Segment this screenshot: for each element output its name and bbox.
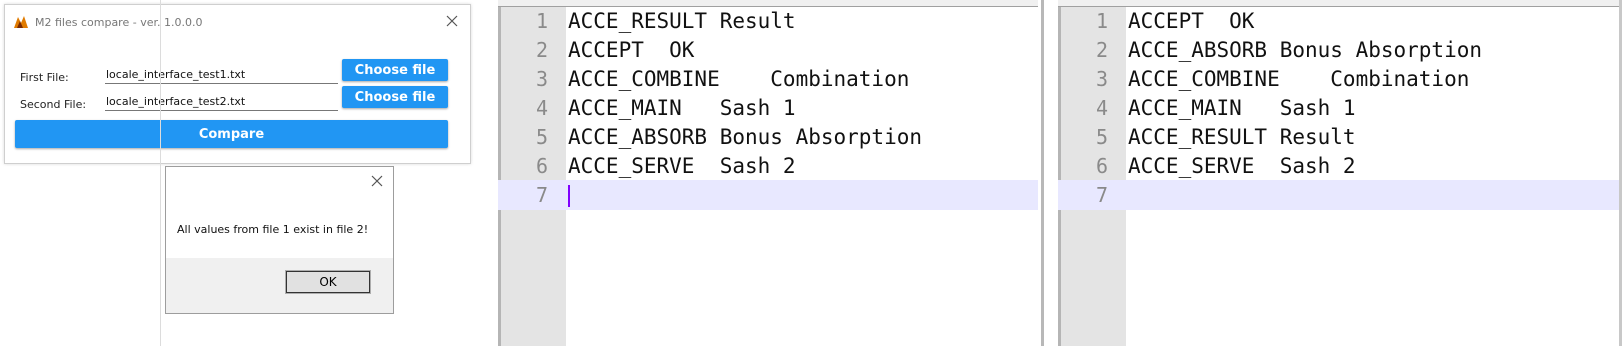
line-text[interactable]: ACCE_COMBINE Combination [1128,64,1469,94]
line-number: 6 [535,154,548,178]
line-text[interactable]: ACCEPT OK [1128,6,1254,36]
left-file-editor[interactable]: 1 ACCE_RESULT Result 2 ACCEPT OK 3 ACCE_COMBI… [498,0,1038,346]
editor-line[interactable]: 5 ACCE_ABSORB Bonus Absorption [498,122,1038,152]
first-file-label: First File: [20,71,69,84]
second-file-label: Second File: [20,98,87,111]
editor-line[interactable]: 1 ACCE_RESULT Result [498,6,1038,36]
editor-line[interactable]: 4 ACCE_MAIN Sash 1 [1058,93,1622,123]
dialog-footer: OK [166,258,393,313]
second-file-input[interactable] [105,93,338,111]
line-number: 1 [535,9,548,33]
close-icon[interactable] [369,173,385,189]
choose-second-file-button[interactable]: Choose file [342,86,448,108]
right-file-editor[interactable]: 1 ACCEPT OK 2 ACCE_ABSORB Bonus Absorption 3… [1058,0,1622,346]
line-number: 1 [1095,9,1108,33]
compare-app-window: M2 files compare - ver. 1.0.0.0 First Fi… [4,4,471,164]
editor-line[interactable]: 3 ACCE_COMBINE Combination [498,64,1038,94]
editor-line[interactable]: 4 ACCE_MAIN Sash 1 [498,93,1038,123]
window-title: M2 files compare - ver. 1.0.0.0 [35,16,203,29]
pane-splitter[interactable] [1041,0,1044,346]
app-icon [14,16,28,28]
editor-line[interactable]: 2 ACCEPT OK [498,35,1038,65]
line-number: 4 [1095,96,1108,120]
line-number: 2 [535,38,548,62]
title-bar[interactable]: M2 files compare - ver. 1.0.0.0 [5,5,470,39]
line-text[interactable]: ACCEPT OK [568,35,694,65]
line-number: 5 [535,125,548,149]
line-number: 3 [535,67,548,91]
line-number: 7 [1095,183,1108,207]
close-icon[interactable] [444,13,460,29]
line-text[interactable]: ACCE_MAIN Sash 1 [568,93,796,123]
line-number: 4 [535,96,548,120]
editor-line[interactable]: 7 [1058,180,1622,210]
ok-button[interactable]: OK [285,270,371,294]
editor-line[interactable]: 7 [498,180,1038,210]
editor-line[interactable]: 5 ACCE_RESULT Result [1058,122,1622,152]
line-number: 7 [535,183,548,207]
message-text: All values from file 1 exist in file 2! [177,223,369,236]
line-text[interactable]: ACCE_RESULT Result [568,6,796,36]
first-file-input[interactable] [105,66,338,84]
editor-line[interactable]: 6 ACCE_SERVE Sash 2 [498,151,1038,181]
line-text[interactable]: ACCE_SERVE Sash 2 [1128,151,1356,181]
line-number: 5 [1095,125,1108,149]
compare-button[interactable]: Compare [15,120,448,148]
message-dialog: All values from file 1 exist in file 2! … [165,166,394,314]
line-text[interactable]: ACCE_COMBINE Combination [568,64,909,94]
editor-line[interactable]: 2 ACCE_ABSORB Bonus Absorption [1058,35,1622,65]
line-text[interactable]: ACCE_ABSORB Bonus Absorption [568,122,922,152]
line-text[interactable]: ACCE_MAIN Sash 1 [1128,93,1356,123]
line-number: 2 [1095,38,1108,62]
editor-line[interactable]: 3 ACCE_COMBINE Combination [1058,64,1622,94]
line-number: 6 [1095,154,1108,178]
line-text[interactable]: ACCE_RESULT Result [1128,122,1356,152]
choose-first-file-button[interactable]: Choose file [342,59,448,81]
line-number: 3 [1095,67,1108,91]
line-text[interactable]: ACCE_SERVE Sash 2 [568,151,796,181]
editor-line[interactable]: 1 ACCEPT OK [1058,6,1622,36]
divider [160,0,161,346]
editor-line[interactable]: 6 ACCE_SERVE Sash 2 [1058,151,1622,181]
text-caret [568,185,570,207]
line-text[interactable]: ACCE_ABSORB Bonus Absorption [1128,35,1482,65]
